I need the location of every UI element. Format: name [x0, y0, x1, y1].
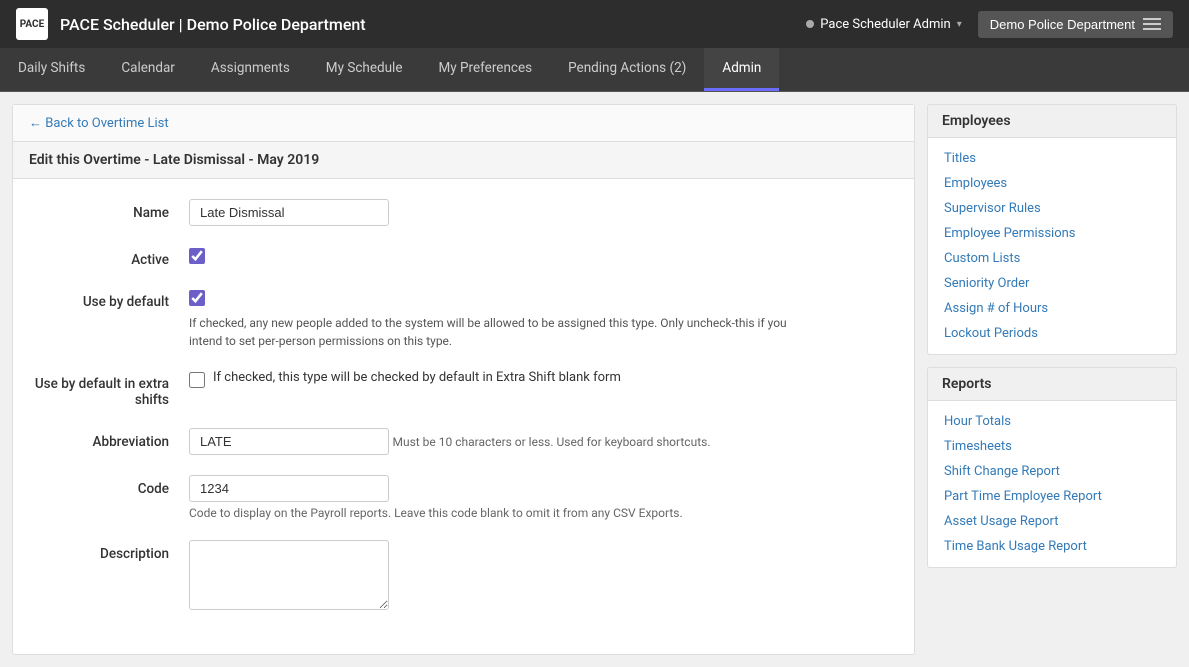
back-link-bar: ← Back to Overtime List: [13, 105, 914, 142]
logo-text: PACE: [20, 19, 44, 30]
header-left: PACE PACE Scheduler | Demo Police Depart…: [16, 8, 366, 40]
form-row-use-by-default: Use by default If checked, any new peopl…: [29, 288, 898, 350]
code-input[interactable]: [189, 475, 389, 502]
form-row-abbreviation: Abbreviation Must be 10 characters or le…: [29, 428, 898, 455]
abbreviation-label: Abbreviation: [29, 428, 189, 450]
department-label: Demo Police Department: [990, 17, 1135, 32]
form-row-description: Description: [29, 540, 898, 614]
sidebar-link-lockout-periods[interactable]: Lockout Periods: [928, 321, 1176, 346]
active-checkbox[interactable]: [189, 248, 205, 264]
extra-shifts-control: If checked, this type will be checked by…: [189, 370, 898, 388]
form-row-name: Name: [29, 199, 898, 226]
top-header: PACE PACE Scheduler | Demo Police Depart…: [0, 0, 1189, 48]
header-right: Pace Scheduler Admin ▾ Demo Police Depar…: [806, 11, 1173, 38]
description-label: Description: [29, 540, 189, 562]
nav-assignments[interactable]: Assignments: [193, 48, 308, 91]
form-row-active: Active: [29, 246, 898, 268]
sidebar-link-supervisor-rules[interactable]: Supervisor Rules: [928, 196, 1176, 221]
employees-section: Employees Titles Employees Supervisor Ru…: [927, 104, 1177, 355]
sidebar-link-employee-permissions[interactable]: Employee Permissions: [928, 221, 1176, 246]
nav-my-preferences[interactable]: My Preferences: [421, 48, 551, 91]
sidebar-link-asset-usage-report[interactable]: Asset Usage Report: [928, 509, 1176, 534]
sidebar-link-titles[interactable]: Titles: [928, 146, 1176, 171]
use-by-default-checkbox[interactable]: [189, 290, 205, 306]
sidebar-link-time-bank-report[interactable]: Time Bank Usage Report: [928, 534, 1176, 559]
nav-admin[interactable]: Admin: [704, 48, 779, 91]
sidebar-link-timesheets[interactable]: Timesheets: [928, 434, 1176, 459]
reports-section: Reports Hour Totals Timesheets Shift Cha…: [927, 367, 1177, 568]
left-content: ← Back to Overtime List Edit this Overti…: [12, 104, 915, 655]
app-title: PACE Scheduler | Demo Police Department: [60, 15, 366, 34]
extra-shifts-label: Use by default in extra shifts: [29, 370, 189, 408]
description-input[interactable]: [189, 540, 389, 610]
abbreviation-help: Must be 10 characters or less. Used for …: [392, 435, 710, 449]
code-control: Code to display on the Payroll reports. …: [189, 475, 898, 520]
reports-section-header: Reports: [928, 368, 1176, 401]
sidebar-link-custom-lists[interactable]: Custom Lists: [928, 246, 1176, 271]
edit-title-bar: Edit this Overtime - Late Dismissal - Ma…: [13, 142, 914, 179]
right-sidebar: Employees Titles Employees Supervisor Ru…: [927, 104, 1177, 655]
user-info[interactable]: Pace Scheduler Admin ▾: [806, 17, 961, 32]
form-area: Name Active Use by default If checked, a…: [13, 179, 914, 654]
department-button[interactable]: Demo Police Department: [978, 11, 1173, 38]
code-label: Code: [29, 475, 189, 497]
sidebar-link-shift-change-report[interactable]: Shift Change Report: [928, 459, 1176, 484]
form-row-code: Code Code to display on the Payroll repo…: [29, 475, 898, 520]
nav-my-schedule[interactable]: My Schedule: [308, 48, 421, 91]
code-help: Code to display on the Payroll reports. …: [189, 506, 898, 520]
active-label: Active: [29, 246, 189, 268]
nav-bar: Daily Shifts Calendar Assignments My Sch…: [0, 48, 1189, 92]
use-by-default-control: If checked, any new people added to the …: [189, 288, 898, 350]
sidebar-link-employees[interactable]: Employees: [928, 171, 1176, 196]
employees-section-header: Employees: [928, 105, 1176, 138]
use-by-default-help: If checked, any new people added to the …: [189, 314, 789, 350]
nav-daily-shifts[interactable]: Daily Shifts: [0, 48, 103, 91]
nav-pending-actions[interactable]: Pending Actions (2): [550, 48, 704, 91]
nav-calendar[interactable]: Calendar: [103, 48, 193, 91]
logo: PACE: [16, 8, 48, 40]
abbreviation-input[interactable]: [189, 428, 389, 455]
sidebar-link-hour-totals[interactable]: Hour Totals: [928, 409, 1176, 434]
use-by-default-label: Use by default: [29, 288, 189, 310]
user-status-dot: [806, 20, 814, 28]
extra-shifts-checkbox[interactable]: [189, 372, 205, 388]
abbreviation-control: Must be 10 characters or less. Used for …: [189, 428, 898, 455]
form-row-extra-shifts: Use by default in extra shifts If checke…: [29, 370, 898, 408]
edit-title: Edit this Overtime - Late Dismissal - Ma…: [29, 152, 319, 168]
description-control: [189, 540, 898, 614]
name-input[interactable]: [189, 199, 389, 226]
back-link[interactable]: ← Back to Overtime List: [29, 116, 169, 131]
extra-shifts-help: If checked, this type will be checked by…: [213, 370, 621, 385]
sidebar-link-part-time-report[interactable]: Part Time Employee Report: [928, 484, 1176, 509]
reports-links: Hour Totals Timesheets Shift Change Repo…: [928, 401, 1176, 567]
name-control: [189, 199, 898, 226]
extra-shifts-checkbox-row: If checked, this type will be checked by…: [189, 370, 898, 388]
sidebar-link-assign-hours[interactable]: Assign # of Hours: [928, 296, 1176, 321]
name-label: Name: [29, 199, 189, 221]
active-control: [189, 246, 898, 268]
user-dropdown-icon: ▾: [957, 19, 962, 30]
employees-links: Titles Employees Supervisor Rules Employ…: [928, 138, 1176, 354]
user-label: Pace Scheduler Admin: [820, 17, 950, 32]
hamburger-icon: [1143, 18, 1161, 30]
main-layout: ← Back to Overtime List Edit this Overti…: [0, 92, 1189, 667]
sidebar-link-seniority-order[interactable]: Seniority Order: [928, 271, 1176, 296]
